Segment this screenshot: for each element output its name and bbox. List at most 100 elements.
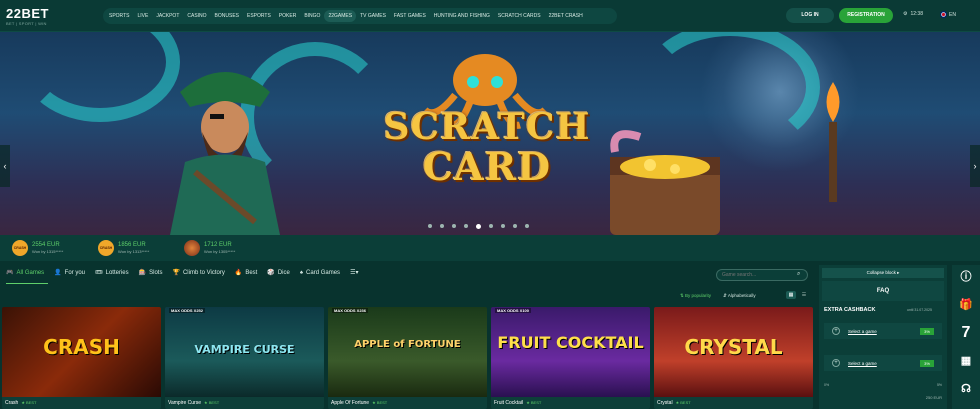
cashback-scale: 0% 5% [824,383,942,387]
game-card[interactable]: MAX ODDS X236 APPLE of FORTUNE Apple Of … [328,307,487,409]
nav-item-jackpot[interactable]: JACKPOT [152,10,183,22]
banner-dot[interactable] [501,224,505,228]
language-selector[interactable]: EN [940,11,956,18]
tab-best[interactable]: 🔥 Best [235,269,258,277]
grid-apps-icon[interactable]: ▦ [956,351,976,371]
banner-dot[interactable] [476,223,481,229]
gift-icon[interactable]: 🎁 [956,295,976,315]
game-card[interactable]: CRASH Crash ★ BEST [2,307,161,409]
game-thumbnail[interactable] [491,307,650,397]
tab-for-you[interactable]: 👤 For you [54,269,85,277]
game-name: Crash [5,400,19,406]
language-code: EN [949,11,956,18]
info-icon[interactable]: ⓘ [956,267,976,287]
nav-item-casino[interactable]: CASINO [183,10,210,22]
search-icon[interactable]: ⌕ [797,271,800,278]
tab-label: Dice [277,269,290,276]
best-badge-label: BEST [376,400,388,405]
pirate-character-art [170,72,280,235]
game-card-footer: Fruit Cocktail ★ BEST [491,397,650,409]
scale-max: 5% [936,383,942,387]
jackpot-icon: CRASH [12,240,28,256]
seven-icon[interactable]: 7 [956,323,976,343]
jackpot-item[interactable]: CRASH 1856 EUR Won by 1313***** [98,240,170,256]
collapse-block-button[interactable]: Collapse block ▸ [822,268,944,278]
game-card[interactable]: CRYSTAL Crystal ★ BEST [654,307,813,409]
nav-item-live[interactable]: LIVE [133,10,152,22]
tab-label: Climb to Victory [182,269,225,276]
banner-prev-button[interactable]: ‹ [0,145,10,187]
tab-label: Slots [149,269,163,276]
tab-card-games[interactable]: ♠ Card Games [300,270,340,276]
collapse-label: Collapse block [866,270,896,275]
nav-item-bingo[interactable]: BINGO [300,10,324,22]
banner-dot[interactable] [428,224,432,228]
nav-item-bonuses[interactable]: BONUSES [211,10,243,22]
nav-item-sports[interactable]: SPORTS [105,10,133,22]
login-button[interactable]: LOG IN [786,8,834,23]
tab-dice[interactable]: 🎲 Dice [267,269,290,277]
tab-climb-to-victory[interactable]: 🏆 Climb to Victory [172,269,225,277]
sort-popularity[interactable]: ⇅ By popularity [680,293,711,299]
best-badge: ★ BEST [372,400,388,405]
banner-dot[interactable] [489,224,493,228]
banner-title-line1: SCRATCH [383,106,591,148]
banner-dot[interactable] [513,224,517,228]
game-card[interactable]: MAX ODDS X252 VAMPIRE CURSE Vampire Curs… [165,307,324,409]
game-thumbnail[interactable] [328,307,487,397]
sort-alphabetical[interactable]: ⇵ Alphabetically [723,293,756,299]
headset-icon[interactable]: ☊ [956,379,976,399]
nav-item-22bet-crash[interactable]: 22BET CRASH [545,10,587,22]
plus-icon[interactable]: + [832,327,840,335]
game-art-title: FRUIT COCKTAIL [497,333,644,352]
jackpot-winner: Won by 1313***** [118,248,150,254]
jackpot-amount: 2554 EUR [32,241,60,248]
nav-item-scratch-cards[interactable]: SCRATCH CARDS [494,10,545,22]
list-view-icon[interactable]: ☰ [799,291,809,299]
cashback-sum: 250 EUR [925,395,942,400]
game-card-footer: Apple Of Fortune ★ BEST [328,397,487,409]
jackpot-amount: 1856 EUR [118,241,146,248]
active-tab-underline [6,283,48,284]
jackpot-text: 1712 EUR Won by 1305***** [204,242,235,255]
banner-next-button[interactable]: › [970,145,980,187]
tab-label: Card Games [306,269,341,276]
clock[interactable]: ⚙ 12:38 [903,11,923,17]
tab-slots[interactable]: 🎰 Slots [139,269,163,277]
game-card[interactable]: MAX ODDS X100 FRUIT COCKTAIL Fruit Cockt… [491,307,650,409]
tab-icon: 👤 [54,270,62,276]
tab-lotteries[interactable]: 🎟 Lotteries [95,269,129,277]
registration-button[interactable]: REGISTRATION [839,8,893,23]
nav-item-poker[interactable]: POKER [275,10,301,22]
select-game-link[interactable]: Select a game [848,329,920,334]
jackpot-item[interactable]: CRASH 2554 EUR Won by 1315***** [12,240,84,256]
nav-item-hunting-and-fishing[interactable]: HUNTING AND FISHING [430,10,494,22]
more-menu-icon[interactable]: ☰▾ [350,269,358,276]
jackpot-text: 2554 EUR Won by 1315***** [32,242,63,255]
banner-dot[interactable] [440,224,444,228]
best-badge-label: BEST [530,400,542,405]
grid-view-icon[interactable]: ▦ [786,291,796,299]
tab-all-games[interactable]: 🎮 All Games [6,269,44,277]
gear-icon: ⚙ [903,11,908,17]
faq-button[interactable]: FAQ [822,281,944,301]
cashback-row[interactable]: + Select a game 3% [824,323,942,339]
logo[interactable]: 22BET BET | SPORT | WIN [0,0,70,32]
hero-banner[interactable]: SCRATCH CARD ‹ › [0,32,980,235]
nav-item-fast-games[interactable]: FAST GAMES [390,10,430,22]
select-game-link[interactable]: Select a game [848,361,920,366]
jackpot-text: 1856 EUR Won by 1313***** [118,242,149,255]
nav-item-esports[interactable]: ESPORTS [243,10,275,22]
banner-dot[interactable] [452,224,456,228]
banner-dot[interactable] [464,224,468,228]
game-search-input[interactable] [716,269,808,281]
tab-icon: ♠ [299,269,304,276]
tab-label: Best [245,269,258,276]
plus-icon[interactable]: + [832,359,840,367]
cashback-row[interactable]: + Select a game 3% [824,355,942,371]
banner-dot[interactable] [525,224,529,228]
jackpot-item[interactable]: 1712 EUR Won by 1305***** [184,240,256,256]
nav-item-22games[interactable]: 22GAMES [324,10,357,22]
cashback-panel: Collapse block ▸ FAQ EXTRA CASHBACK unti… [819,265,947,409]
nav-item-tv-games[interactable]: TV GAMES [356,10,390,22]
